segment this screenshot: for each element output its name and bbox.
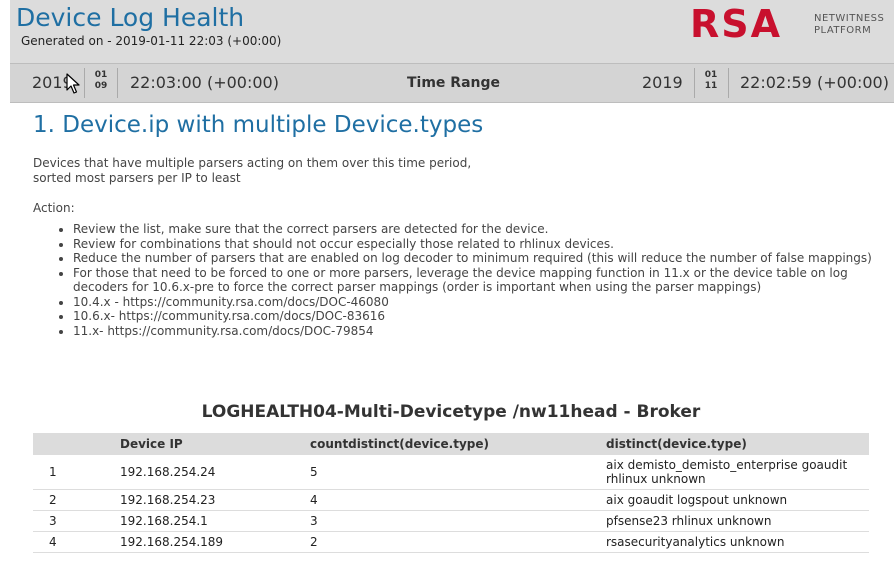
report-title: Device Log Health xyxy=(16,3,245,32)
row-index: 4 xyxy=(33,531,120,553)
row-index: 1 xyxy=(33,455,120,490)
section-description: Devices that have multiple parsers actin… xyxy=(33,156,471,186)
action-item: For those that need to be forced to one … xyxy=(73,266,894,295)
column-header-distinct[interactable]: distinct(device.type) xyxy=(606,433,869,455)
count-cell: 4 xyxy=(310,489,606,511)
count-cell: 5 xyxy=(310,455,606,490)
time-range-bar: 2019 01 09 22:03:00 (+00:00) Time Range … xyxy=(10,63,894,103)
action-item-link[interactable]: 10.4.x - https://community.rsa.com/docs/… xyxy=(73,295,894,310)
row-index: 3 xyxy=(33,510,120,532)
description-line-1: Devices that have multiple parsers actin… xyxy=(33,156,472,170)
device-types-cell: aix demisto_demisto_enterprise goaudit r… xyxy=(606,455,869,490)
row-index: 2 xyxy=(33,489,120,511)
device-ip-cell: 192.168.254.189 xyxy=(120,531,310,553)
end-year[interactable]: 2019 xyxy=(642,73,683,92)
end-month-day[interactable]: 01 11 xyxy=(702,70,720,92)
column-header-index[interactable] xyxy=(33,433,120,455)
table-header-row: Device IP countdistinct(device.type) dis… xyxy=(33,433,869,455)
device-ip-cell: 192.168.254.23 xyxy=(120,489,310,511)
end-day: 11 xyxy=(704,81,718,91)
start-month-day[interactable]: 01 09 xyxy=(92,70,110,92)
action-item: Reduce the number of parsers that are en… xyxy=(73,251,894,266)
section-heading: 1. Device.ip with multiple Device.types xyxy=(33,112,484,138)
rsa-logo: RSA NETWITNESS PLATFORM xyxy=(690,2,890,46)
start-day: 09 xyxy=(94,81,108,91)
device-ip-cell: 192.168.254.1 xyxy=(120,510,310,532)
description-line-2: sorted most parsers per IP to least xyxy=(33,171,241,185)
action-item: Review for combinations that should not … xyxy=(73,237,894,252)
action-item-link[interactable]: 10.6.x- https://community.rsa.com/docs/D… xyxy=(73,309,894,324)
logo-main-text: RSA xyxy=(690,2,783,46)
divider xyxy=(84,68,85,98)
table-row: 4 192.168.254.189 2 rsasecurityanalytics… xyxy=(33,531,869,553)
device-types-cell: aix goaudit logspout unknown xyxy=(606,489,869,511)
end-month: 01 xyxy=(704,70,718,80)
table-row: 2 192.168.254.23 4 aix goaudit logspout … xyxy=(33,489,869,511)
time-range-label: Time Range xyxy=(407,75,501,91)
end-time[interactable]: 22:02:59 (+00:00) xyxy=(740,73,889,92)
device-types-cell: rsasecurityanalytics unknown xyxy=(606,531,869,553)
action-label: Action: xyxy=(33,201,75,215)
count-cell: 3 xyxy=(310,510,606,532)
action-list: Review the list, make sure that the corr… xyxy=(40,222,894,338)
table-row: 1 192.168.254.24 5 aix demisto_demisto_e… xyxy=(33,455,869,490)
action-item: Review the list, make sure that the corr… xyxy=(73,222,894,237)
action-item-link[interactable]: 11.x- https://community.rsa.com/docs/DOC… xyxy=(73,324,894,339)
start-time[interactable]: 22:03:00 (+00:00) xyxy=(130,73,279,92)
column-header-device-ip[interactable]: Device IP xyxy=(120,433,310,455)
table-title: LOGHEALTH04-Multi-Devicetype /nw11head -… xyxy=(201,402,701,422)
logo-sub-text: NETWITNESS PLATFORM xyxy=(814,13,884,37)
table-row: 3 192.168.254.1 3 pfsense23 rhlinux unkn… xyxy=(33,510,869,532)
divider xyxy=(728,68,729,98)
logo-sub-line-2: PLATFORM xyxy=(814,25,872,36)
report-header: Device Log Health Generated on - 2019-01… xyxy=(10,0,894,63)
column-header-countdistinct[interactable]: countdistinct(device.type) xyxy=(310,433,606,455)
device-types-cell: pfsense23 rhlinux unknown xyxy=(606,510,869,532)
divider xyxy=(117,68,118,98)
results-table: Device IP countdistinct(device.type) dis… xyxy=(33,433,869,553)
generated-timestamp: Generated on - 2019-01-11 22:03 (+00:00) xyxy=(21,34,282,48)
divider xyxy=(694,68,695,98)
start-month: 01 xyxy=(94,70,108,80)
device-ip-cell: 192.168.254.24 xyxy=(120,455,310,490)
count-cell: 2 xyxy=(310,531,606,553)
logo-sub-line-1: NETWITNESS xyxy=(814,13,885,24)
mouse-cursor-icon xyxy=(66,73,80,94)
